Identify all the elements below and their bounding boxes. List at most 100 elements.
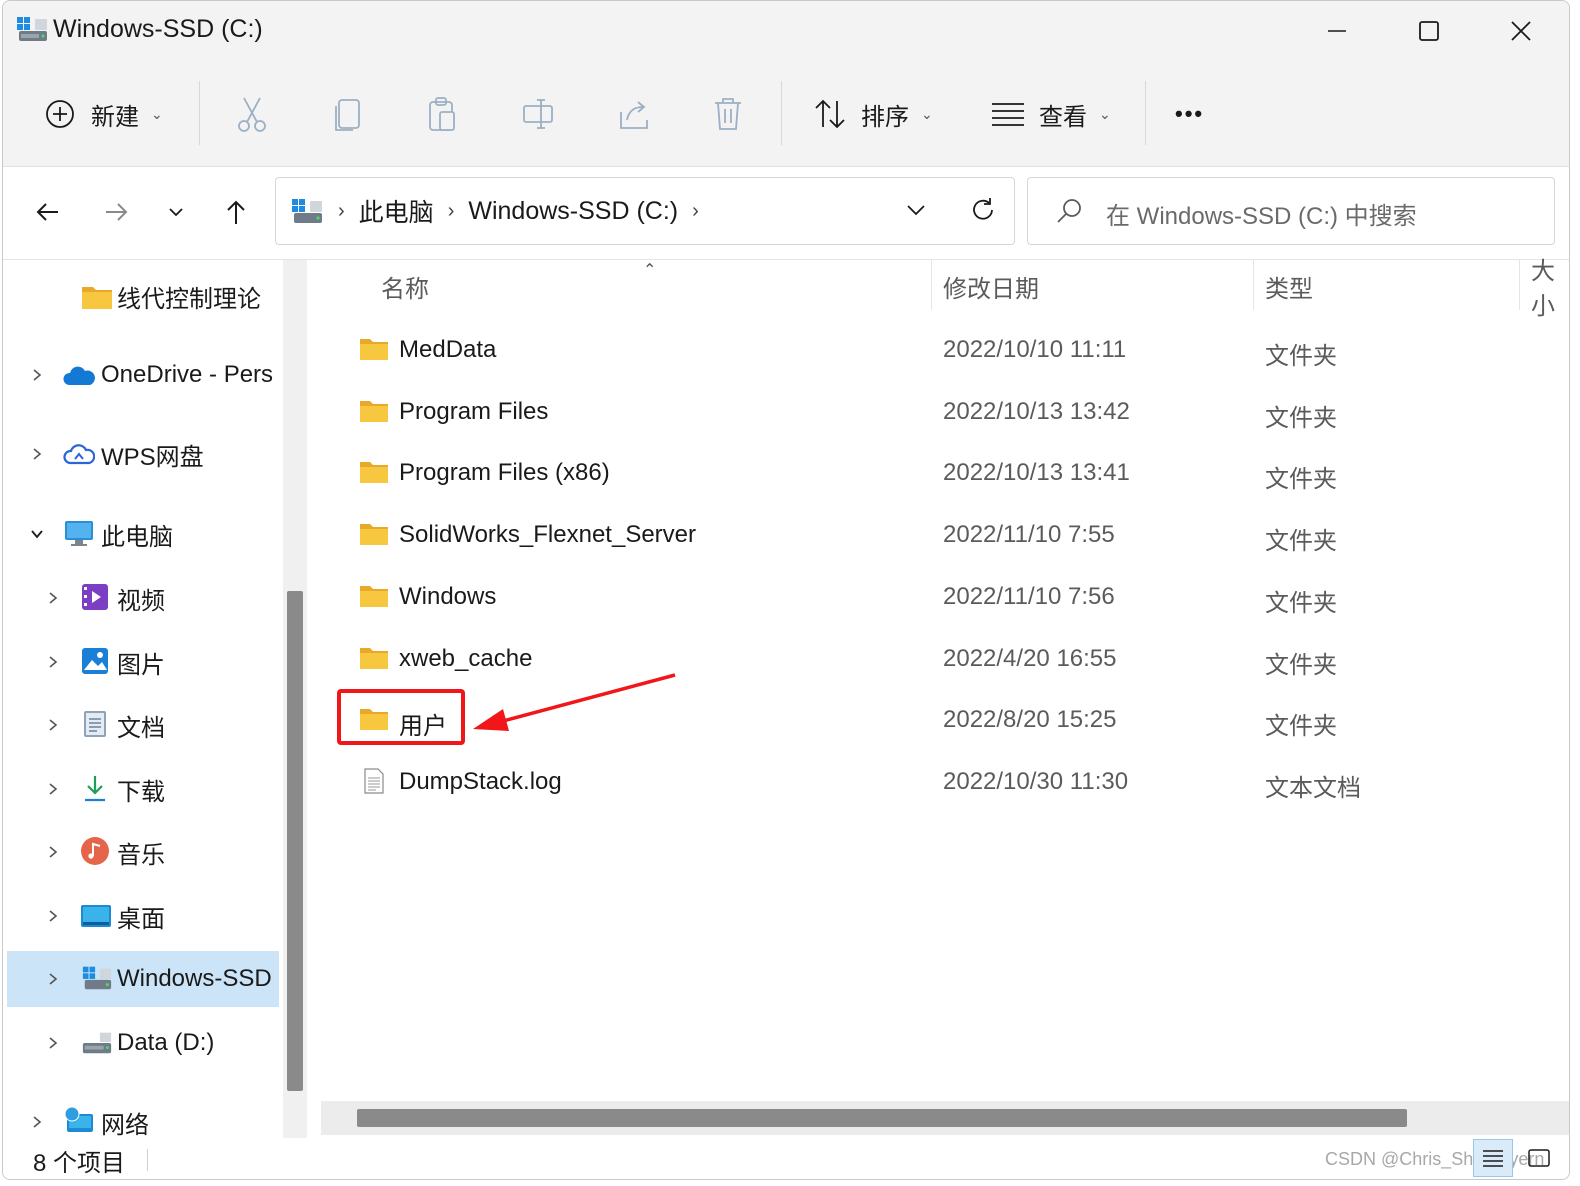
navigation-row: › 此电脑 › Windows-SSD (C:) › 在 Windows-SSD… bbox=[3, 167, 1569, 260]
chevron-right-icon[interactable] bbox=[43, 1033, 63, 1053]
column-divider[interactable] bbox=[1519, 260, 1520, 310]
file-date: 2022/11/10 7:56 bbox=[943, 583, 1115, 610]
column-header-type[interactable]: 类型 bbox=[1265, 260, 1313, 312]
windows-drive-icon bbox=[17, 17, 47, 41]
sidebar-item-network[interactable]: 网络 bbox=[7, 1094, 279, 1138]
breadcrumb: › 此电脑 › Windows-SSD (C:) › bbox=[290, 178, 713, 244]
paste-button[interactable] bbox=[425, 89, 459, 139]
recent-locations-button[interactable] bbox=[153, 189, 199, 235]
sidebar-item-music[interactable]: 音乐 bbox=[7, 824, 279, 880]
chevron-right-icon[interactable] bbox=[43, 842, 63, 862]
sort-icon bbox=[815, 99, 845, 129]
sidebar-item-desktop[interactable]: 桌面 bbox=[7, 888, 279, 944]
chevron-right-icon[interactable] bbox=[43, 715, 63, 735]
close-icon bbox=[1511, 21, 1531, 41]
back-button[interactable] bbox=[25, 189, 71, 235]
maximize-button[interactable] bbox=[1383, 1, 1475, 61]
cut-button[interactable] bbox=[235, 89, 269, 139]
sidebar-item-windows-ssd[interactable]: Windows-SSD bbox=[7, 951, 279, 1007]
chevron-right-icon[interactable] bbox=[43, 969, 63, 989]
copy-button[interactable] bbox=[331, 89, 365, 139]
sidebar-item-onedrive[interactable]: OneDrive - Pers bbox=[7, 347, 279, 403]
chevron-right-icon[interactable] bbox=[43, 779, 63, 799]
column-divider[interactable] bbox=[931, 260, 932, 310]
drive-icon bbox=[82, 1032, 112, 1054]
file-row[interactable]: Program Files 2022/10/13 13:42 文件夹 bbox=[319, 384, 1569, 442]
file-list-scrollbar-thumb[interactable] bbox=[357, 1109, 1407, 1127]
downloads-icon bbox=[85, 776, 105, 802]
sidebar-item-videos[interactable]: 视频 bbox=[7, 570, 279, 626]
onedrive-icon bbox=[63, 366, 95, 385]
chevron-right-icon[interactable] bbox=[43, 906, 63, 926]
column-divider[interactable] bbox=[1253, 260, 1254, 310]
minimize-button[interactable] bbox=[1291, 1, 1383, 61]
file-row[interactable]: DumpStack.log 2022/10/30 11:30 文本文档 bbox=[319, 754, 1569, 812]
close-button[interactable] bbox=[1475, 1, 1567, 61]
forward-button[interactable] bbox=[93, 189, 139, 235]
view-button[interactable]: 查看 ⌄ bbox=[991, 89, 1111, 139]
sort-button[interactable]: 排序 ⌄ bbox=[813, 89, 933, 139]
sidebar-item-pictures[interactable]: 图片 bbox=[7, 634, 279, 690]
sidebar-item-label: 图片 bbox=[117, 651, 165, 679]
column-header-date[interactable]: 修改日期 bbox=[943, 260, 1039, 312]
status-divider bbox=[147, 1149, 148, 1171]
sidebar-item-label: 网络 bbox=[101, 1111, 149, 1139]
folder-icon bbox=[360, 648, 388, 669]
sidebar-item-downloads[interactable]: 下载 bbox=[7, 761, 279, 817]
window-chrome: Windows-SSD (C:) 新建 ⌄ 排序 ⌄ 查看 ⌄ ••• bbox=[3, 1, 1569, 167]
sidebar-item-data-drive[interactable]: Data (D:) bbox=[7, 1015, 279, 1071]
file-row[interactable]: MedData 2022/10/10 11:11 文件夹 bbox=[319, 322, 1569, 380]
file-row[interactable]: SolidWorks_Flexnet_Server 2022/11/10 7:5… bbox=[319, 507, 1569, 565]
search-icon bbox=[1057, 199, 1081, 223]
item-count: 8 个项目 bbox=[33, 1150, 126, 1177]
chevron-right-icon[interactable] bbox=[27, 444, 47, 464]
rename-button[interactable] bbox=[521, 89, 557, 139]
column-header-name[interactable]: 名称 bbox=[381, 260, 429, 312]
file-name: DumpStack.log bbox=[399, 768, 562, 795]
chevron-right-icon[interactable]: › bbox=[692, 200, 699, 223]
sidebar-item-label: 此电脑 bbox=[101, 523, 173, 551]
address-dropdown-icon[interactable] bbox=[902, 196, 930, 224]
chevron-right-icon[interactable] bbox=[27, 1112, 47, 1132]
sidebar-scrollbar-thumb[interactable] bbox=[287, 591, 303, 1091]
file-type: 文件夹 bbox=[1265, 466, 1337, 493]
file-name: Windows bbox=[399, 583, 497, 610]
chevron-right-icon[interactable] bbox=[27, 365, 47, 385]
delete-button[interactable] bbox=[711, 89, 745, 139]
share-button[interactable] bbox=[617, 89, 653, 139]
refresh-icon[interactable] bbox=[968, 195, 998, 225]
breadcrumb-this-pc[interactable]: 此电脑 bbox=[359, 193, 434, 229]
chevron-down-icon[interactable] bbox=[27, 524, 47, 544]
up-button[interactable] bbox=[213, 189, 259, 235]
title-bar[interactable]: Windows-SSD (C:) bbox=[3, 1, 1569, 61]
sidebar-item-label: Data (D:) bbox=[117, 1029, 215, 1056]
sidebar-item-documents[interactable]: 文档 bbox=[7, 697, 279, 753]
chevron-down-icon: ⌄ bbox=[151, 105, 163, 122]
new-button[interactable]: 新建 ⌄ bbox=[43, 89, 163, 139]
window-title: Windows-SSD (C:) bbox=[53, 15, 263, 43]
tiles-view-button[interactable] bbox=[1519, 1139, 1559, 1177]
file-row[interactable]: Program Files (x86) 2022/10/13 13:41 文件夹 bbox=[319, 445, 1569, 503]
sidebar-item-this-pc[interactable]: 此电脑 bbox=[7, 506, 279, 562]
paste-icon bbox=[429, 97, 455, 131]
command-bar: 新建 ⌄ 排序 ⌄ 查看 ⌄ ••• bbox=[3, 71, 1569, 157]
sidebar-item-label: 音乐 bbox=[117, 841, 165, 869]
view-list-icon bbox=[992, 103, 1024, 126]
address-bar[interactable]: › 此电脑 › Windows-SSD (C:) › bbox=[275, 177, 1015, 245]
sidebar-item-wps[interactable]: WPS网盘 bbox=[7, 426, 279, 482]
sidebar-item-folder[interactable]: 线代控制理论 bbox=[7, 268, 279, 324]
file-type: 文件夹 bbox=[1265, 652, 1337, 679]
more-options-button[interactable]: ••• bbox=[1175, 89, 1204, 139]
arrow-up-icon bbox=[227, 200, 245, 224]
breadcrumb-drive[interactable]: Windows-SSD (C:) bbox=[468, 197, 678, 226]
chevron-right-icon[interactable] bbox=[43, 652, 63, 672]
details-view-button[interactable] bbox=[1473, 1139, 1513, 1177]
sort-label: 排序 bbox=[861, 103, 909, 131]
copy-icon bbox=[335, 99, 360, 131]
sort-ascending-icon: ⌃ bbox=[643, 262, 657, 279]
search-box[interactable]: 在 Windows-SSD (C:) 中搜索 bbox=[1027, 177, 1555, 245]
column-header-size[interactable]: 大小 bbox=[1531, 258, 1569, 320]
file-row[interactable]: Windows 2022/11/10 7:56 文件夹 bbox=[319, 569, 1569, 627]
folder-icon bbox=[360, 339, 388, 360]
chevron-right-icon[interactable] bbox=[43, 588, 63, 608]
